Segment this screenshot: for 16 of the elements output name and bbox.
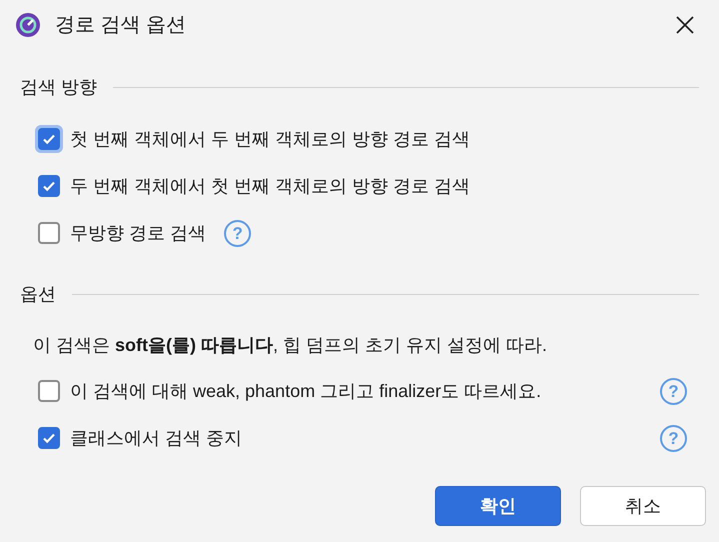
- cancel-button[interactable]: 취소: [580, 486, 706, 526]
- app-logo-icon: [15, 12, 41, 38]
- confirm-button[interactable]: 확인: [435, 486, 561, 526]
- checkbox-label[interactable]: 두 번째 객체에서 첫 번째 객체로의 방향 경로 검색: [70, 172, 470, 200]
- description-text: 이 검색은 soft을(를) 따릅니다, 힙 덤프의 초기 유지 설정에 따라.: [33, 334, 548, 357]
- checkbox-label[interactable]: 무방향 경로 검색: [70, 220, 206, 246]
- window-title: 경로 검색 옵션: [55, 13, 186, 38]
- section-heading: 검색 방향: [20, 76, 98, 99]
- checkbox-label[interactable]: 첫 번째 객체에서 두 번째 객체로의 방향 경로 검색: [70, 126, 470, 152]
- checkbox-label[interactable]: 클래스에서 검색 중지: [70, 424, 242, 452]
- checkbox[interactable]: [38, 175, 60, 197]
- checkbox[interactable]: [38, 222, 60, 244]
- checkbox[interactable]: [38, 427, 60, 449]
- checkbox[interactable]: [38, 380, 60, 402]
- section-heading: 옵션: [20, 283, 56, 306]
- checkbox-label[interactable]: 이 검색에 대해 weak, phantom 그리고 finalizer도 따르세요.: [70, 378, 542, 404]
